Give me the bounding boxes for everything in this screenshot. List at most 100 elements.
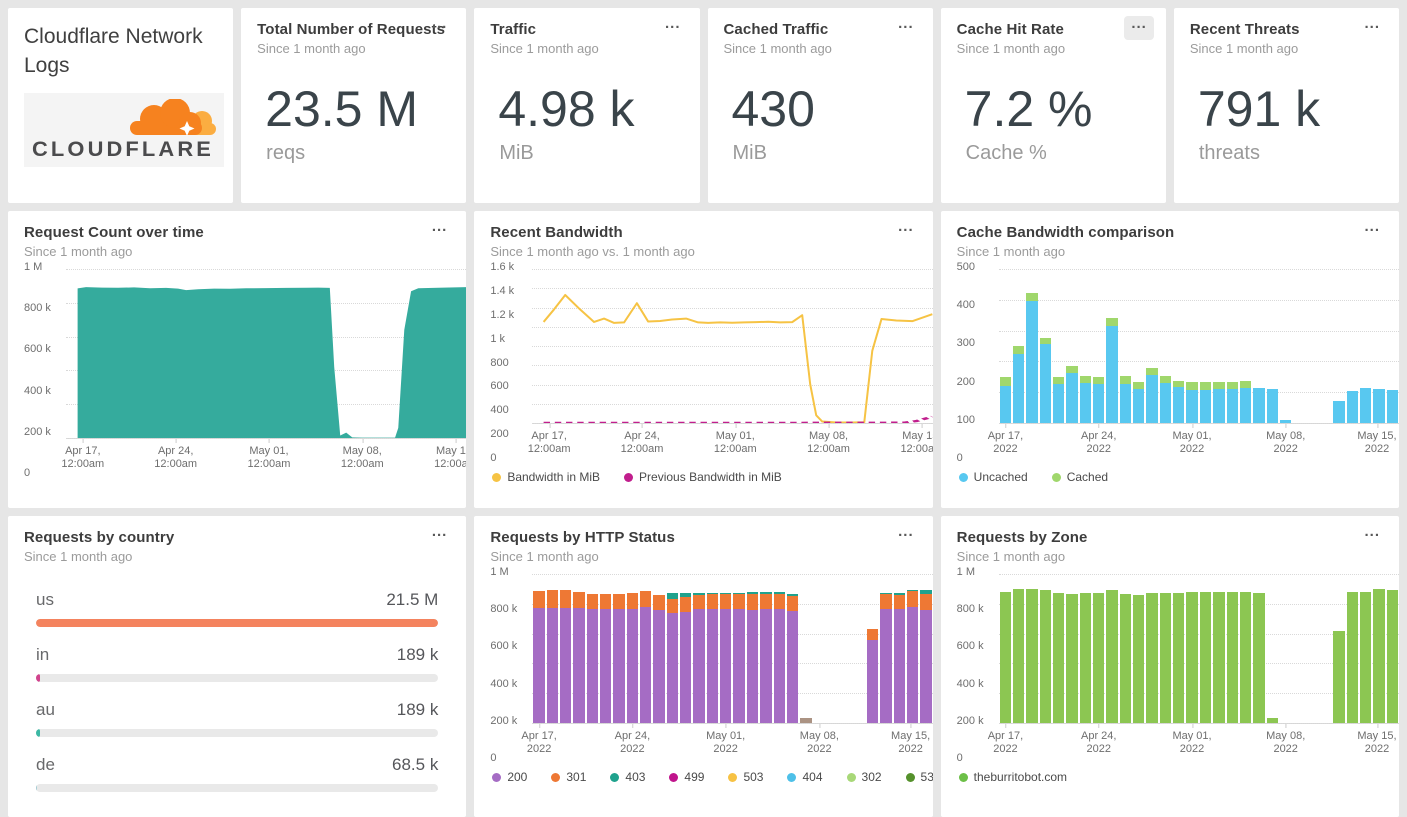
bar-segment-uncached bbox=[1346, 390, 1358, 423]
bar-slot bbox=[1132, 574, 1145, 723]
legend: 200301403499503404302530526524 bbox=[492, 770, 933, 784]
bar-segment-301 bbox=[733, 594, 745, 610]
bar-segment-theburritobot.com bbox=[1146, 593, 1158, 723]
legend-item-Uncached[interactable]: Uncached bbox=[958, 470, 1028, 484]
bar-slot bbox=[1145, 574, 1158, 723]
stat-card-total-requests: ... Total Number of Requests Since 1 mon… bbox=[241, 8, 467, 203]
panel-menu-button[interactable]: ... bbox=[425, 524, 455, 548]
bar-slot bbox=[1159, 269, 1172, 423]
bar-segment-theburritobot.com bbox=[1239, 592, 1252, 723]
bar-segment-theburritobot.com bbox=[1079, 593, 1092, 723]
bar-segment-uncached bbox=[1159, 382, 1172, 423]
chart-card-requests-by-zone: ... Requests by Zone Since 1 month ago 1… bbox=[940, 516, 1399, 817]
legend-label: Cached bbox=[1066, 470, 1109, 484]
bar-slot bbox=[706, 574, 719, 723]
301-legend-dot bbox=[551, 772, 561, 782]
panel-title: Traffic bbox=[490, 21, 537, 38]
x-tick-label: May 08, 12:00am bbox=[340, 439, 384, 470]
bar-slot bbox=[559, 574, 572, 723]
brand-card: Cloudflare Network Logs CLOUDFLARE bbox=[8, 8, 234, 203]
panel-subtitle: Since 1 month ago bbox=[956, 244, 1066, 259]
bar-slot bbox=[906, 574, 919, 723]
panel-menu-button[interactable]: ... bbox=[891, 219, 921, 243]
x-tick-label: May 15, 2022 bbox=[1357, 724, 1397, 755]
Cached-legend-dot bbox=[1051, 472, 1061, 482]
x-tick-label: May 08, 2022 bbox=[1266, 724, 1306, 755]
legend-item-499[interactable]: 499 bbox=[669, 770, 704, 784]
chart-card-http-status: ... Requests by HTTP Status Since 1 mont… bbox=[474, 516, 933, 817]
bar-slot bbox=[666, 574, 679, 723]
panel-menu-button[interactable]: ... bbox=[658, 16, 688, 40]
legend-item-Previous Bandwidth in MiB[interactable]: Previous Bandwidth in MiB bbox=[624, 470, 782, 484]
bar-slot bbox=[546, 574, 559, 723]
legend-item-Cached[interactable]: Cached bbox=[1051, 470, 1109, 484]
country-label: de bbox=[36, 755, 55, 774]
panel-menu-button[interactable]: ... bbox=[1357, 219, 1387, 243]
bar-slot bbox=[1306, 269, 1319, 423]
x-tick-label: May 01, 2022 bbox=[706, 724, 746, 755]
x-tick-label: Apr 24, 12:00am bbox=[620, 424, 664, 455]
legend-item-301[interactable]: 301 bbox=[551, 770, 586, 784]
bar-segment-uncached bbox=[1239, 388, 1252, 423]
bar-slot bbox=[1079, 269, 1092, 423]
bar-segment-cached bbox=[1199, 382, 1212, 390]
Bandwidth in MiB-legend-dot bbox=[492, 472, 502, 482]
bar-slot bbox=[1052, 574, 1065, 723]
bar-slot bbox=[572, 574, 585, 723]
bar-slot bbox=[639, 574, 652, 723]
503-legend-dot bbox=[728, 772, 738, 782]
y-tick-label: 200 bbox=[956, 375, 976, 388]
stat-value: 430 bbox=[731, 81, 815, 137]
panel-menu-button[interactable]: ... bbox=[1124, 16, 1154, 40]
country-bar-track bbox=[36, 619, 439, 627]
bar-segment-cached bbox=[1133, 381, 1145, 389]
y-tick-label: 400 bbox=[490, 404, 509, 417]
chart-card-cache-bandwidth: ... Cache Bandwidth comparison Since 1 m… bbox=[940, 211, 1399, 508]
bar-slot bbox=[826, 574, 839, 723]
panel-menu-button[interactable]: ... bbox=[1357, 16, 1387, 40]
stat-card-recent-threats: ... Recent Threats Since 1 month ago 791… bbox=[1173, 8, 1399, 203]
panel-menu-button[interactable]: ... bbox=[1357, 524, 1387, 548]
x-tick-label: May 15, 2022 bbox=[1357, 424, 1397, 455]
bar-segment-theburritobot.com bbox=[1346, 592, 1358, 723]
bar-segment-200 bbox=[920, 610, 932, 723]
x-tick-label: Apr 24, 2022 bbox=[614, 724, 651, 755]
bar-segment-200 bbox=[640, 607, 652, 723]
legend-label: 302 bbox=[861, 770, 882, 784]
bar-segment-theburritobot.com bbox=[1373, 589, 1385, 723]
legend-item-200[interactable]: 200 bbox=[492, 770, 527, 784]
x-tick-label: May 15, 2022 bbox=[891, 724, 931, 755]
bar-segment-301 bbox=[706, 594, 719, 610]
bar-slot bbox=[1025, 269, 1038, 423]
panel-menu-button[interactable]: ... bbox=[425, 219, 455, 243]
bar-segment-other bbox=[800, 717, 812, 723]
legend-item-403[interactable]: 403 bbox=[610, 770, 645, 784]
y-tick-label: 0 bbox=[24, 467, 31, 479]
bar-slot bbox=[586, 574, 599, 723]
legend-item-530[interactable]: 530 bbox=[905, 770, 933, 784]
panel-menu-button[interactable]: ... bbox=[891, 16, 921, 40]
y-tick-label: 800 k bbox=[956, 603, 984, 616]
bar-segment-200 bbox=[866, 639, 879, 723]
bar-segment-theburritobot.com bbox=[1133, 594, 1145, 723]
legend-item-302[interactable]: 302 bbox=[846, 770, 882, 784]
bar-segment-200 bbox=[773, 609, 785, 723]
panel-menu-button[interactable]: ... bbox=[425, 16, 455, 40]
bar-segment-uncached bbox=[1213, 389, 1225, 423]
panel-subtitle: Since 1 month ago bbox=[723, 41, 832, 56]
bar-segment-uncached bbox=[1333, 400, 1345, 423]
legend-label: 403 bbox=[625, 770, 646, 784]
bar-slot bbox=[1172, 574, 1185, 723]
200-legend-dot bbox=[492, 772, 502, 782]
panel-title: Total Number of Requests bbox=[257, 21, 446, 38]
legend-item-theburritobot.com[interactable]: theburritobot.com bbox=[958, 770, 1067, 784]
bar-slot bbox=[999, 269, 1012, 423]
499-legend-dot bbox=[669, 772, 679, 782]
legend-item-404[interactable]: 404 bbox=[787, 770, 823, 784]
country-value: 189 k bbox=[396, 645, 439, 664]
legend-item-Bandwidth in MiB[interactable]: Bandwidth in MiB bbox=[492, 470, 600, 484]
y-tick-label: 200 k bbox=[956, 714, 984, 727]
panel-menu-button[interactable]: ... bbox=[891, 524, 921, 548]
legend-item-503[interactable]: 503 bbox=[728, 770, 763, 784]
bar-segment-theburritobot.com bbox=[1359, 591, 1372, 723]
